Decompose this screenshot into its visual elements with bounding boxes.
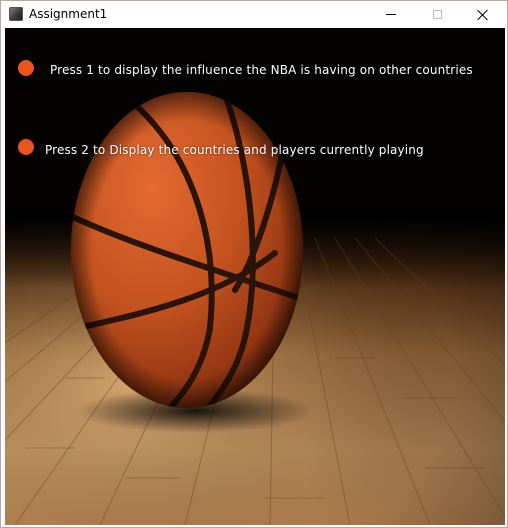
close-button[interactable]	[460, 1, 506, 28]
app-canvas[interactable]: Press 1 to display the influence the NBA…	[5, 28, 505, 525]
close-icon	[477, 9, 489, 21]
basketball-court-image	[5, 28, 505, 525]
menu-option-2[interactable]: Press 2 to Display the countries and pla…	[5, 139, 425, 159]
bullet-icon	[18, 60, 34, 76]
title-bar[interactable]: Assignment1	[1, 1, 507, 28]
menu-option-2-label: Press 2 to Display the countries and pla…	[45, 143, 424, 157]
app-icon	[9, 7, 23, 21]
maximize-button[interactable]	[414, 1, 460, 28]
menu-option-1[interactable]: Press 1 to display the influence the NBA…	[5, 60, 475, 80]
minimize-button[interactable]	[368, 1, 414, 28]
minimize-icon	[386, 14, 396, 15]
bullet-icon	[18, 139, 34, 155]
window-title: Assignment1	[29, 7, 108, 21]
menu-option-1-label: Press 1 to display the influence the NBA…	[50, 63, 473, 77]
app-window: Assignment1 Press 1 to display the influ…	[0, 0, 508, 528]
maximize-icon	[432, 10, 442, 19]
